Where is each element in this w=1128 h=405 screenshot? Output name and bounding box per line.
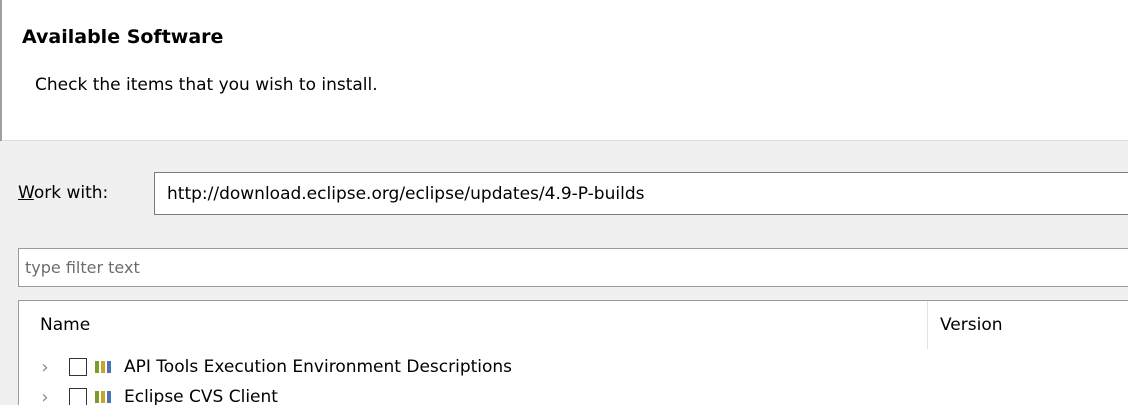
column-separator[interactable] <box>927 301 928 349</box>
item-checkbox[interactable] <box>69 388 87 405</box>
software-tree-table[interactable]: Name Version › API Tools Execution Envir… <box>18 300 1128 405</box>
page-description: Check the items that you wish to install… <box>35 75 378 95</box>
column-header-version[interactable]: Version <box>940 301 1128 349</box>
column-header-name[interactable]: Name <box>19 301 929 349</box>
chevron-right-icon[interactable]: › <box>39 357 51 378</box>
tree-row[interactable]: › API Tools Execution Environment Descri… <box>19 352 1128 382</box>
work-with-combo[interactable] <box>154 172 1128 215</box>
feature-icon <box>95 390 116 404</box>
feature-icon <box>95 360 116 374</box>
chevron-right-icon[interactable]: › <box>39 387 51 405</box>
filter-input[interactable] <box>19 249 1128 286</box>
tree-row[interactable]: › Eclipse CVS Client <box>19 382 1128 405</box>
wizard-header: Available Software Check the items that … <box>0 0 1128 141</box>
item-label: Eclipse CVS Client <box>124 387 278 405</box>
item-label: API Tools Execution Environment Descript… <box>124 357 513 377</box>
left-border <box>0 0 2 141</box>
work-with-input[interactable] <box>155 173 1128 214</box>
work-with-mnemonic: W <box>18 183 34 203</box>
page-title: Available Software <box>22 26 224 48</box>
item-checkbox[interactable] <box>69 358 87 376</box>
work-with-label: Work with: <box>18 183 108 203</box>
filter-field[interactable] <box>18 248 1128 287</box>
work-with-label-text: ork with: <box>33 183 109 203</box>
